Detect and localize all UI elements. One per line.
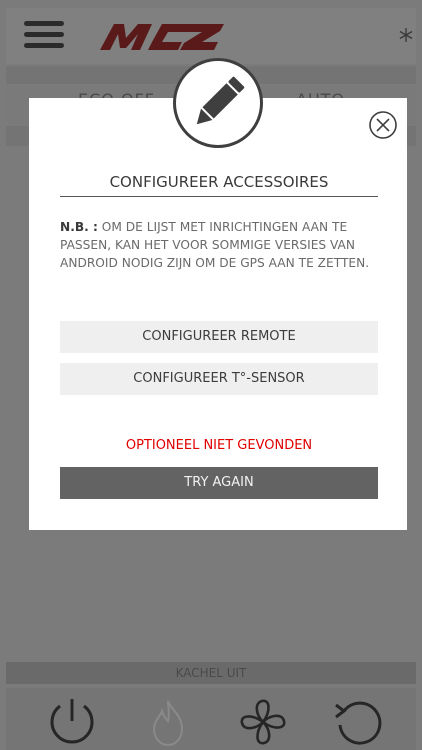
flame-icon[interactable]: [148, 697, 188, 747]
hamburger-menu-icon[interactable]: [24, 21, 64, 51]
status-label: KACHEL UIT: [6, 662, 416, 684]
configure-sensor-button[interactable]: CONFIGUREER T°-SENSOR: [60, 363, 378, 395]
pencil-icon: [196, 76, 245, 125]
not-found-error: OPTIONEEL NIET GEVONDEN: [125, 438, 313, 453]
mcz-logo: [100, 24, 224, 50]
dialog-title: CONFIGUREER ACCESSOIRES: [109, 173, 329, 191]
try-again-button[interactable]: TRY AGAIN: [60, 467, 378, 499]
fan-icon[interactable]: [238, 697, 288, 747]
gps-note: N.B. : OM DE LIJST MET INRICHTINGEN AAN …: [60, 218, 378, 272]
title-divider: [60, 196, 378, 197]
configure-remote-button[interactable]: CONFIGUREER REMOTE: [60, 321, 378, 353]
refresh-icon[interactable]: [332, 697, 386, 747]
configure-accessories-dialog: [29, 98, 407, 530]
edit-badge: [173, 58, 263, 148]
note-prefix: N.B. :: [60, 220, 98, 234]
snowflake-icon[interactable]: [398, 27, 414, 43]
power-icon[interactable]: [44, 697, 100, 747]
close-icon[interactable]: [368, 110, 398, 140]
note-text: OM DE LIJST MET INRICHTINGEN AAN TE PASS…: [60, 220, 370, 270]
